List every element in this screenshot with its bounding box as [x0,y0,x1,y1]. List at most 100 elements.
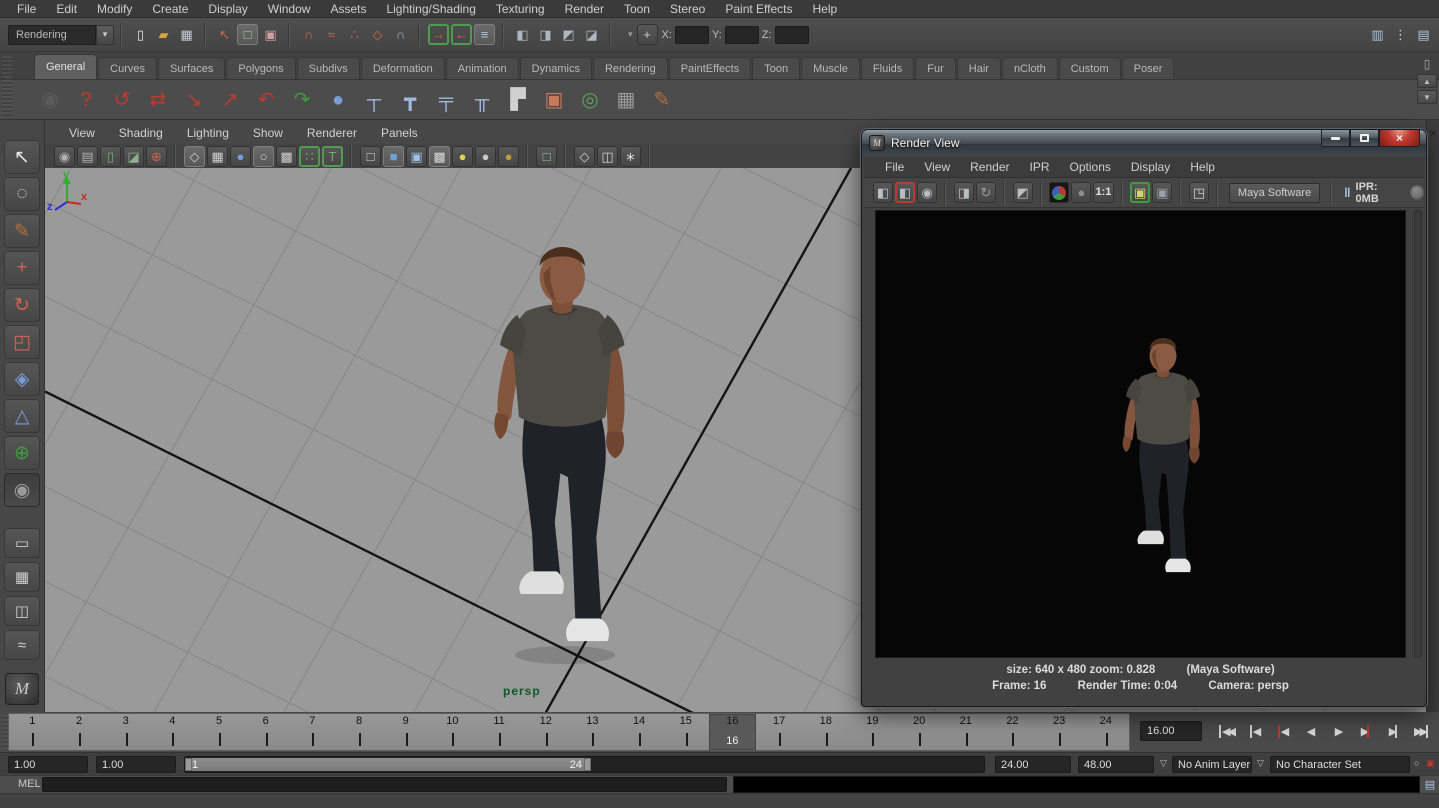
frame-cell-14[interactable]: 14 [616,714,663,750]
ungroup-icon[interactable]: ╤ [431,85,461,115]
step-forward-key-button[interactable]: ▶ [1352,718,1379,744]
lasso-select-tool[interactable]: ◌ [4,177,40,211]
frame-cell-21[interactable]: 21 [942,714,989,750]
snap-to-view-planes-icon[interactable]: ◇ [367,24,388,45]
soft-modification-tool[interactable]: △ [4,399,40,433]
menu-create[interactable]: Create [143,0,197,18]
redo-icon[interactable]: ↷ [287,85,317,115]
range-start-handle[interactable] [185,758,192,771]
character-model[interactable] [494,247,624,641]
last-tool-camera[interactable]: ◉ [4,473,40,507]
menu-stereo[interactable]: Stereo [661,0,714,18]
step-forward-frame-button[interactable]: ▶ [1380,718,1407,744]
frame-cell-12[interactable]: 12 [522,714,569,750]
viewport-toolbar-separator[interactable] [347,144,356,168]
menu-toon[interactable]: Toon [615,0,659,18]
go-to-playback-end-button[interactable]: ▶▶ [1408,718,1435,744]
shelf-tab-toon[interactable]: Toon [752,57,800,79]
y-input[interactable] [725,26,759,44]
animation-end-field[interactable]: 48.00 [1078,756,1154,773]
range-end-handle[interactable] [584,758,591,771]
renderer-selector[interactable]: Maya Software [1229,183,1321,203]
viewport-menu-lighting[interactable]: Lighting [177,126,239,140]
status-line-separator[interactable] [606,23,615,47]
maximize-button[interactable] [1350,130,1379,147]
viewport-menu-view[interactable]: View [59,126,105,140]
make-live-icon[interactable]: ∩ [390,24,411,45]
camera-attributes-icon[interactable]: ▤ [77,146,98,167]
render-toolbar-separator[interactable] [1327,181,1336,205]
shelf-tab-hair[interactable]: Hair [957,57,1001,79]
render-view-scrollbar[interactable] [1414,210,1422,658]
xray-icon[interactable]: ◇ [574,146,595,167]
render-view-menu-view[interactable]: View [915,158,959,176]
render-toolbar-separator[interactable] [1037,181,1046,205]
undo-icon[interactable]: ↶ [251,85,281,115]
rgb-channels-icon[interactable] [1049,182,1069,203]
frame-cell-17[interactable]: 17 [756,714,803,750]
play-forwards-button[interactable]: ▶ [1324,718,1351,744]
frame-cell-8[interactable]: 8 [336,714,383,750]
menu-window[interactable]: Window [259,0,320,18]
menu-set-selector[interactable]: Rendering [8,25,96,45]
playback-range-bar[interactable]: 1 24 [188,758,586,771]
use-default-lighting-icon[interactable]: ● [452,146,473,167]
open-render-settings-icon[interactable]: ◳ [1189,182,1209,203]
redo-previous-render-icon[interactable]: ◧ [895,182,915,203]
shelf-tab-surfaces[interactable]: Surfaces [158,57,225,79]
select-object-icon[interactable]: □ [237,24,258,45]
render-canvas[interactable] [875,210,1406,658]
status-line-separator[interactable] [201,23,210,47]
render-view-menu-ipr[interactable]: IPR [1021,158,1059,176]
gate-mask-icon[interactable]: ○ [253,146,274,167]
shelf-tab-poser[interactable]: Poser [1122,57,1175,79]
delete-unused-icon[interactable]: ● [323,85,353,115]
shelf-tab-animation[interactable]: Animation [446,57,519,79]
render-view-menu-display[interactable]: Display [1122,158,1179,176]
frame-cell-6[interactable]: 6 [242,714,289,750]
playback-end-field[interactable]: 24.00 [995,756,1071,773]
use-all-lights-icon[interactable]: ● [475,146,496,167]
mel-result-field[interactable] [733,776,1420,793]
viewport-menu-panels[interactable]: Panels [371,126,428,140]
tool-settings-icon[interactable]: ⋮ [1390,24,1411,45]
separate-panel-icon[interactable]: ∗ [620,146,641,167]
bookmarks-icon[interactable]: ▯ [100,146,121,167]
output-connections-icon[interactable]: ← [451,24,472,45]
shadows-icon[interactable]: ● [498,146,519,167]
render-toolbar-separator[interactable] [1176,181,1185,205]
minimize-button[interactable] [1321,130,1350,147]
viewport-toolbar-separator[interactable] [171,144,180,168]
region-render-icon[interactable]: ◩ [1013,182,1033,203]
shelf-scroll-down-button[interactable]: ▼ [1417,90,1437,104]
frame-cell-7[interactable]: 7 [289,714,336,750]
render-sequence-icon[interactable]: ◪ [581,24,602,45]
paint-selection-tool[interactable]: ✎ [4,214,40,248]
open-scene-icon[interactable]: ▰ [153,24,174,45]
camera-fit-icon[interactable]: ↗ [215,85,245,115]
menu-file[interactable]: File [8,0,45,18]
render-current-frame-icon[interactable]: ◧ [512,24,533,45]
current-time-field[interactable]: 16.00 [1140,721,1202,741]
textured-icon[interactable]: ▩ [429,146,450,167]
backface-culling-icon[interactable]: ◫ [597,146,618,167]
frame-cell-23[interactable]: 23 [1036,714,1083,750]
shelf-tab-ncloth[interactable]: nCloth [1002,57,1058,79]
menu-edit[interactable]: Edit [47,0,86,18]
single-pane-layout-button[interactable]: ▭ [4,528,40,558]
step-back-key-button[interactable]: ◀ [1268,718,1295,744]
menu-texturing[interactable]: Texturing [487,0,554,18]
safe-title-icon[interactable]: T [322,146,343,167]
select-hierarchy-icon[interactable]: ↖ [214,24,235,45]
mel-label[interactable]: MEL [18,778,41,790]
one-to-one-icon[interactable]: 1:1 [1093,182,1113,203]
group-objects-icon[interactable]: ▦ [611,85,641,115]
script-editor-icon[interactable]: ▤ [1423,777,1437,792]
snapshot-icon[interactable]: ◉ [917,182,937,203]
menu-help[interactable]: Help [804,0,847,18]
safe-action-icon[interactable]: ∷ [299,146,320,167]
camera-dolly-icon[interactable]: ↘ [179,85,209,115]
frame-cell-11[interactable]: 11 [476,714,523,750]
duplicate-special-icon[interactable]: ◎ [575,85,605,115]
shelf-tab-dynamics[interactable]: Dynamics [520,57,592,79]
